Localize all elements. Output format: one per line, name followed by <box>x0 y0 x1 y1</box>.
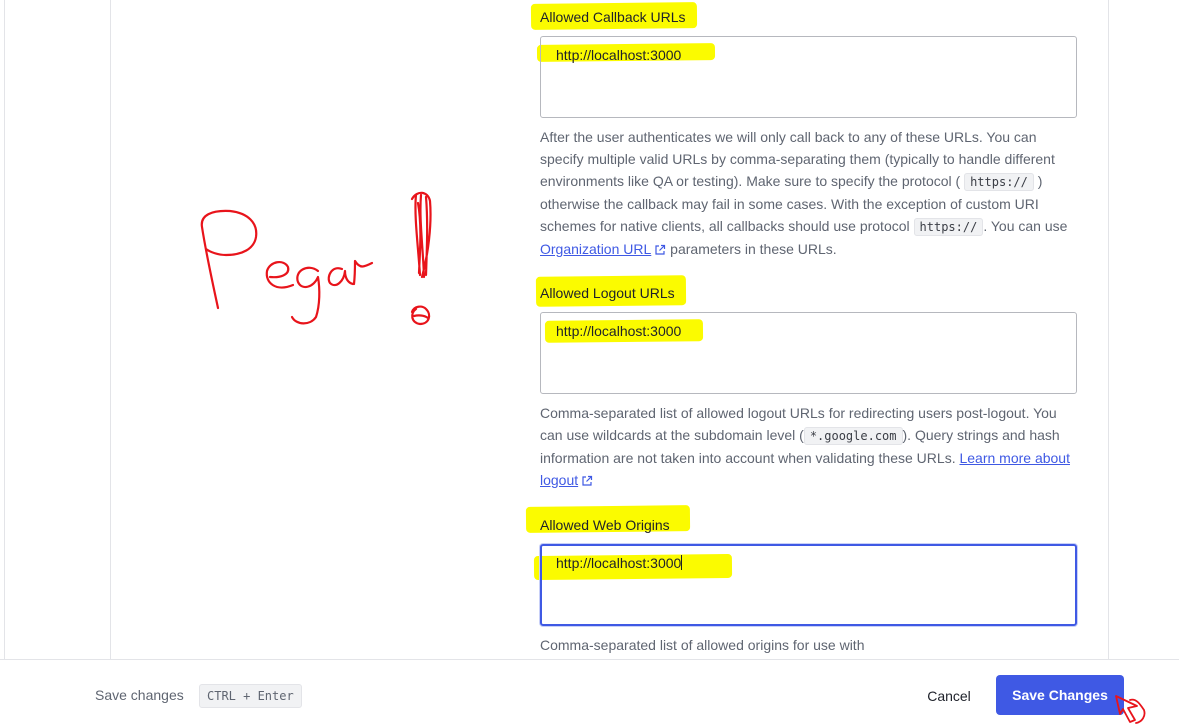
callback-urls-label: Allowed Callback URLs <box>540 9 686 25</box>
logout-urls-value: http://localhost:3000 <box>556 323 682 339</box>
callback-urls-input[interactable]: http://localhost:3000 <box>540 36 1077 118</box>
content-border-right <box>1108 0 1109 660</box>
logout-urls-label: Allowed Logout URLs <box>540 285 675 301</box>
web-origins-label: Allowed Web Origins <box>540 517 670 533</box>
text-caret <box>681 555 683 570</box>
web-origins-input[interactable]: http://localhost:3000 <box>540 544 1077 626</box>
organization-url-link[interactable]: Organization URL <box>540 241 651 257</box>
footer-bar: Save changes CTRL + Enter Cancel Save Ch… <box>0 659 1179 725</box>
web-origins-value: http://localhost:3000 <box>556 555 682 571</box>
logout-urls-help: Comma-separated list of allowed logout U… <box>540 402 1080 491</box>
callback-urls-value: http://localhost:3000 <box>556 47 682 63</box>
callback-help-text-3: . You can use <box>983 218 1068 234</box>
external-link-icon <box>655 244 666 255</box>
web-origins-value-wrap: http://localhost:3000 <box>556 555 683 571</box>
logout-urls-input[interactable]: http://localhost:3000 <box>540 312 1077 394</box>
handwritten-annotation <box>200 191 432 326</box>
logout-help-code-wildcard: *.google.com <box>803 427 903 445</box>
callback-urls-help: After the user authenticates we will onl… <box>540 126 1080 260</box>
save-changes-button[interactable]: Save Changes <box>996 675 1124 715</box>
web-origins-help: Comma-separated list of allowed origins … <box>540 637 865 653</box>
keyboard-shortcut-badge: CTRL + Enter <box>199 684 302 708</box>
callback-help-code-protocol: https:// <box>964 173 1034 191</box>
callback-help-text-4: parameters in these URLs. <box>670 241 837 257</box>
save-changes-label: Save changes <box>95 687 184 703</box>
external-link-icon <box>582 475 593 486</box>
callback-help-code-https: https:// <box>913 218 984 236</box>
cancel-button[interactable]: Cancel <box>916 680 982 712</box>
page-border-left <box>4 0 5 660</box>
content-border-left <box>110 0 111 660</box>
